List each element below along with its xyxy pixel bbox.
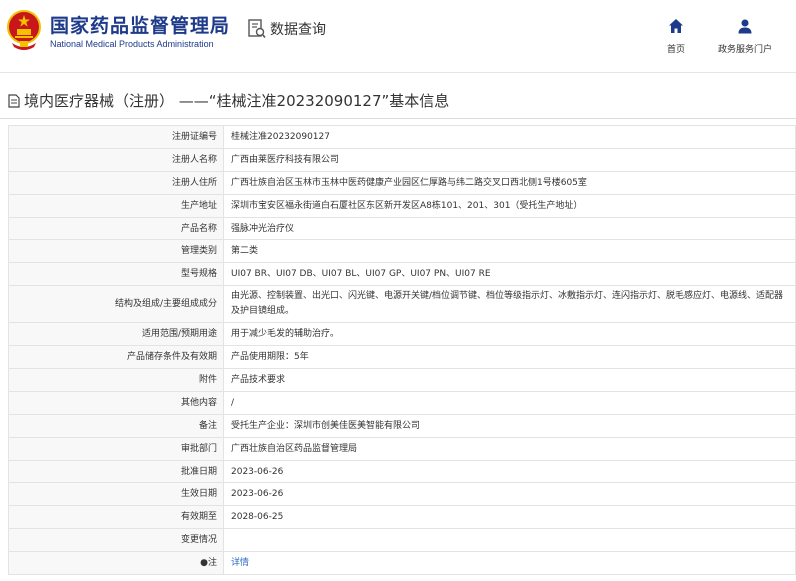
user-icon — [738, 19, 752, 34]
row-key: 结构及组成/主要组成成分 — [8, 285, 224, 324]
row-key: 审批部门 — [8, 436, 224, 461]
row-value: 强脉冲光治疗仪 — [223, 216, 796, 241]
table-row: ●注 详情 — [8, 551, 796, 576]
national-emblem-icon — [7, 10, 41, 50]
table-row: 其他内容 / — [8, 390, 796, 415]
document-icon — [8, 93, 20, 108]
table-row: 生效日期 2023-06-26 — [8, 482, 796, 507]
brand-name-en: National Medical Products Administration — [50, 39, 214, 49]
table-row: 结构及组成/主要组成成分 由光源、控制装置、出光口、闪光键、电源开关键/档位调节键… — [8, 285, 796, 324]
row-key: 批准日期 — [8, 459, 224, 484]
table-row: 变更情况 — [8, 528, 796, 553]
row-key: 产品储存条件及有效期 — [8, 345, 224, 370]
nav-portal[interactable]: 政务服务门户 — [713, 18, 777, 55]
table-row: 注册证编号 桂械注准20232090127 — [8, 125, 796, 149]
table-row: 管理类别 第二类 — [8, 239, 796, 264]
row-value: 2023-06-26 — [223, 482, 796, 507]
row-value: 产品技术要求 — [223, 368, 796, 392]
row-value: 广西壮族自治区药品监督管理局 — [223, 436, 796, 461]
row-key: 附件 — [8, 368, 224, 392]
table-row: 产品名称 强脉冲光治疗仪 — [8, 216, 796, 241]
row-value: UI07 BR、UI07 DB、UI07 BL、UI07 GP、UI07 PN、… — [223, 262, 796, 287]
home-icon — [669, 19, 683, 33]
nav-home-label: 首页 — [666, 45, 685, 55]
table-row: 审批部门 广西壮族自治区药品监督管理局 — [8, 436, 796, 461]
table-row: 型号规格 UI07 BR、UI07 DB、UI07 BL、UI07 GP、UI07… — [8, 262, 796, 287]
row-key: 管理类别 — [8, 239, 224, 264]
note-key-label: 注 — [207, 558, 217, 569]
table-row: 备注 受托生产企业：深圳市创美佳医美智能有限公司 — [8, 413, 796, 438]
table-row: 批准日期 2023-06-26 — [8, 459, 796, 484]
table-row: 附件 产品技术要求 — [8, 368, 796, 392]
row-key: 生产地址 — [8, 193, 224, 218]
data-query-link[interactable]: 数据查询 — [248, 19, 326, 39]
row-value: 详情 — [223, 551, 796, 576]
data-search-icon — [248, 19, 266, 39]
detail-link[interactable]: 详情 — [231, 558, 249, 568]
title-divider — [0, 118, 796, 119]
data-query-label: 数据查询 — [270, 22, 326, 38]
table-row: 生产地址 深圳市宝安区福永街道白石厦社区东区新开发区A8栋101、201、301（… — [8, 193, 796, 218]
row-value: / — [223, 390, 796, 415]
table-row: 注册人名称 广西由莱医疗科技有限公司 — [8, 147, 796, 172]
row-key: 适用范围/预期用途 — [8, 322, 224, 347]
row-value: 产品使用期限：5年 — [223, 345, 796, 370]
table-row: 注册人住所 广西壮族自治区玉林市玉林中医药健康产业园区仁厚路与纬二路交叉口西北侧1… — [8, 170, 796, 195]
row-key: 产品名称 — [8, 216, 224, 241]
table-row: 适用范围/预期用途 用于减少毛发的辅助治疗。 — [8, 322, 796, 347]
row-key: 型号规格 — [8, 262, 224, 287]
row-value: 桂械注准20232090127 — [223, 125, 796, 149]
row-key: 生效日期 — [8, 482, 224, 507]
row-value: 广西壮族自治区玉林市玉林中医药健康产业园区仁厚路与纬二路交叉口西北侧1号楼605… — [223, 170, 796, 195]
row-key-note: ●注 — [8, 551, 224, 576]
pin-icon: ● — [200, 558, 208, 569]
row-value: 2028-06-25 — [223, 505, 796, 530]
row-key: 有效期至 — [8, 505, 224, 530]
row-key: 注册证编号 — [8, 125, 224, 149]
brand-name-cn: 国家药品监督管理局 — [50, 15, 231, 37]
row-key: 备注 — [8, 413, 224, 438]
site-header: 国家药品监督管理局 National Medical Products Admi… — [0, 0, 796, 73]
row-key: 变更情况 — [8, 528, 224, 553]
row-value: 广西由莱医疗科技有限公司 — [223, 147, 796, 172]
row-value: 由光源、控制装置、出光口、闪光键、电源开关键/档位调节键、档位等级指示灯、冰敷指… — [223, 285, 796, 324]
row-key: 注册人住所 — [8, 170, 224, 195]
nav-portal-label: 政务服务门户 — [717, 45, 772, 55]
page-title: 境内医疗器械（注册） ——“桂械注准20232090127”基本信息 — [8, 90, 449, 111]
row-key: 注册人名称 — [8, 147, 224, 172]
nav-home[interactable]: 首页 — [660, 18, 692, 55]
table-row: 有效期至 2028-06-25 — [8, 505, 796, 530]
row-value: 受托生产企业：深圳市创美佳医美智能有限公司 — [223, 413, 796, 438]
row-value: 深圳市宝安区福永街道白石厦社区东区新开发区A8栋101、201、301（受托生产… — [223, 193, 796, 218]
table-row: 产品储存条件及有效期 产品使用期限：5年 — [8, 345, 796, 370]
row-value — [223, 528, 796, 553]
row-value: 第二类 — [223, 239, 796, 264]
row-key: 其他内容 — [8, 390, 224, 415]
row-value: 用于减少毛发的辅助治疗。 — [223, 322, 796, 347]
row-value: 2023-06-26 — [223, 459, 796, 484]
page-title-text: 境内医疗器械（注册） ——“桂械注准20232090127”基本信息 — [24, 92, 450, 110]
registration-info-table: 注册证编号 桂械注准20232090127 注册人名称 广西由莱医疗科技有限公司 注… — [8, 125, 796, 576]
